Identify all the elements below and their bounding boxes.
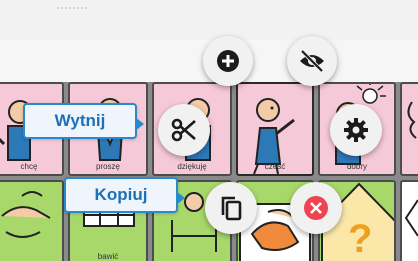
symbol-label: chcę [20, 162, 38, 171]
add-button[interactable] [203, 36, 253, 86]
symbol-label: dobry [346, 162, 367, 171]
settings-button[interactable] [330, 104, 382, 156]
symbol-cell-partial-2[interactable] [400, 180, 418, 261]
symbol-cell-czesc[interactable]: cześć [236, 82, 314, 176]
cut-tooltip: Wytnij [23, 103, 144, 139]
copy-button[interactable] [205, 182, 257, 234]
svg-text:?: ? [348, 217, 372, 261]
symbol-label: bawić [97, 252, 119, 261]
drag-handle[interactable] [57, 7, 89, 15]
symbol-cell-hands[interactable] [0, 180, 64, 261]
plus-circle-icon [217, 50, 239, 72]
symbol-label: cześć [264, 162, 286, 171]
cut-tooltip-label: Wytnij [54, 111, 106, 130]
symbol-partial-2-picture [404, 199, 418, 237]
top-bar [0, 0, 418, 40]
copy-icon [221, 196, 242, 221]
symbol-cell-partial[interactable] [400, 82, 418, 176]
symbol-label: dziękuję [177, 162, 207, 171]
symbol-partial-picture [407, 101, 417, 139]
gear-icon [344, 118, 368, 142]
close-icon [304, 196, 328, 220]
close-button[interactable] [290, 182, 342, 234]
hide-button[interactable] [287, 36, 337, 86]
symbol-hands-picture [1, 191, 51, 238]
aac-board-editor: chcę proszę dziękuję cześć dobry bawić ?… [0, 0, 418, 261]
cut-button[interactable] [158, 104, 210, 156]
copy-tooltip-label: Kopiuj [94, 185, 148, 204]
symbol-label: proszę [95, 162, 120, 171]
eye-off-icon [300, 49, 324, 73]
scissors-icon [171, 118, 196, 142]
copy-tooltip: Kopiuj [64, 177, 185, 213]
